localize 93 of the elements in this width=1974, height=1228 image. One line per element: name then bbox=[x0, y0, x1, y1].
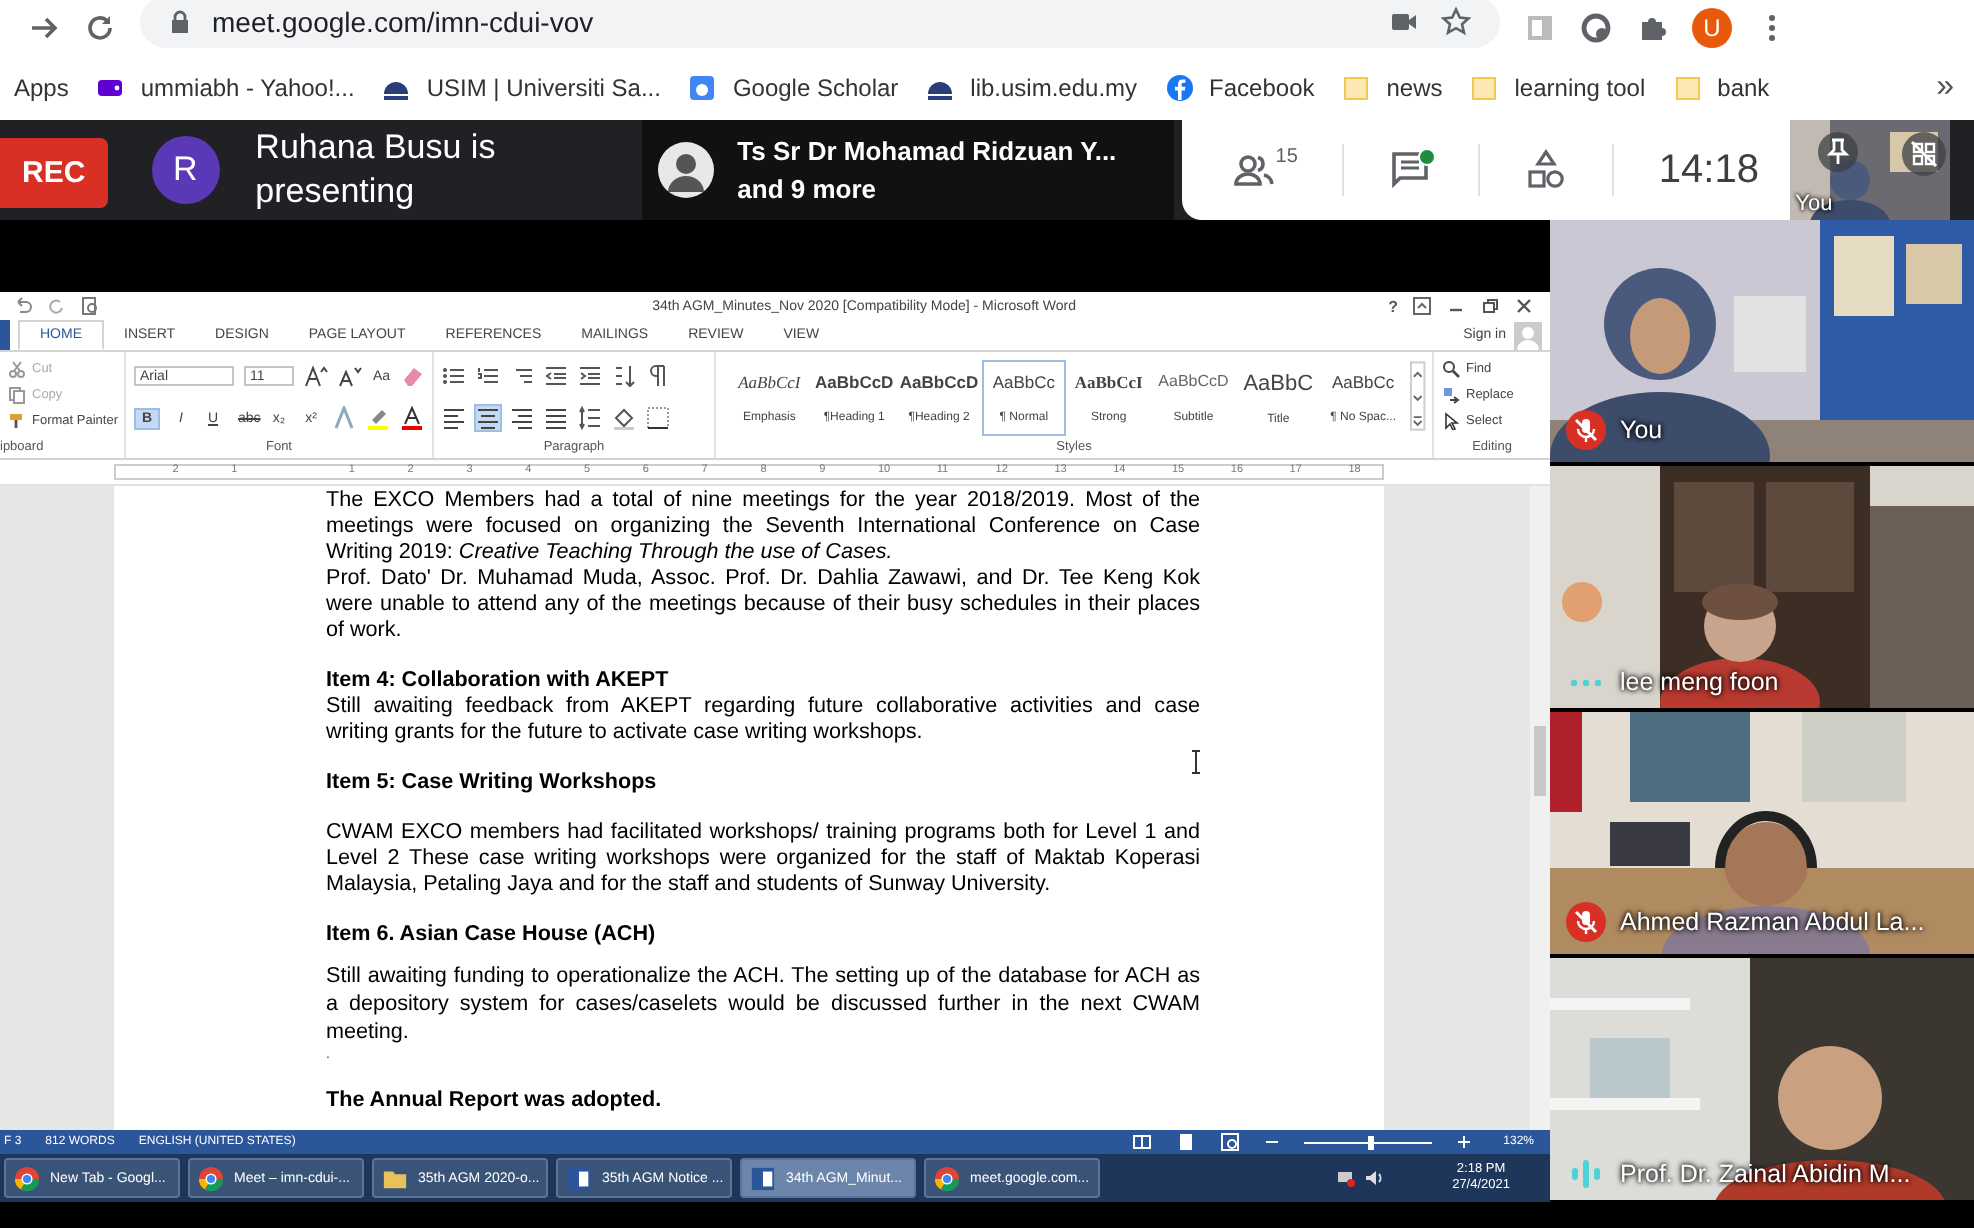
help-button[interactable]: ? bbox=[1388, 297, 1398, 315]
more-bookmarks[interactable]: » bbox=[1936, 70, 1954, 106]
zoom-in-icon[interactable] bbox=[1455, 1134, 1472, 1150]
forward-icon[interactable] bbox=[28, 12, 60, 44]
web-layout-icon[interactable] bbox=[1219, 1132, 1240, 1152]
align-icon[interactable] bbox=[510, 406, 534, 430]
yahoo-icon bbox=[96, 74, 125, 102]
borders-icon[interactable] bbox=[646, 406, 670, 430]
profile-avatar[interactable]: U bbox=[1692, 8, 1732, 48]
cursor-icon bbox=[1442, 412, 1460, 430]
heading: Item 6. Asian Case House (ACH) bbox=[326, 922, 658, 948]
numbering-icon[interactable] bbox=[476, 364, 500, 388]
pinned-panel[interactable]: Ts Sr Dr Mohamad Ridzuan Y... and 9 more bbox=[641, 120, 1174, 220]
print-layout-icon[interactable] bbox=[1175, 1132, 1196, 1152]
sort-icon[interactable] bbox=[612, 364, 636, 388]
chat-icon bbox=[1388, 148, 1433, 192]
browser-icon bbox=[14, 1165, 40, 1191]
lock-icon bbox=[168, 10, 192, 34]
browser-icon bbox=[934, 1165, 960, 1191]
heading: Item 5: Case Writing Workshops bbox=[326, 770, 659, 796]
heading: Item 4: Collaboration with AKEPT bbox=[326, 668, 671, 694]
speaker-icon[interactable] bbox=[1364, 1168, 1385, 1188]
decrease-indent-icon[interactable] bbox=[544, 364, 568, 388]
bookmark[interactable]: bank bbox=[1673, 74, 1770, 102]
copy-icon bbox=[8, 386, 26, 404]
shading-icon[interactable] bbox=[612, 406, 636, 430]
participant-count-text: and 9 more bbox=[737, 172, 879, 208]
bookmark[interactable]: USIM | Universiti Sa... bbox=[382, 74, 661, 102]
increase-indent-icon[interactable] bbox=[578, 364, 602, 388]
undo-icon[interactable] bbox=[12, 296, 32, 316]
multilevel-list-icon[interactable] bbox=[510, 364, 534, 388]
reload-icon[interactable] bbox=[84, 12, 116, 44]
presenter-text: Ruhana Busu is presenting bbox=[255, 126, 498, 214]
avatar-icon bbox=[657, 142, 714, 198]
bullets-icon[interactable] bbox=[442, 364, 466, 388]
highlighter-icon[interactable] bbox=[366, 406, 390, 430]
zoom-thumb[interactable] bbox=[1367, 1135, 1374, 1149]
paragraph: CWAM EXCO members had facilitated workshops/ training programs both for Level 1 and Level 2 These case writing workshops were organized for the staff of Maktab Koperasi Malaysia, Petaling Jaya and for the staff and students of Sunway University. bbox=[326, 820, 1200, 898]
line-spacing-icon[interactable] bbox=[578, 406, 602, 430]
print-preview-icon[interactable] bbox=[80, 296, 100, 316]
align-icon[interactable] bbox=[476, 406, 500, 430]
align-icon[interactable] bbox=[544, 406, 568, 430]
document-icon bbox=[566, 1165, 592, 1191]
align-icon[interactable] bbox=[442, 406, 466, 430]
document-icon bbox=[750, 1165, 776, 1191]
scholar-icon bbox=[688, 74, 717, 102]
people-button[interactable]: 15 bbox=[1231, 148, 1298, 192]
paragraph-mark-icon[interactable] bbox=[646, 364, 670, 388]
bookmark[interactable]: lib.usim.edu.my bbox=[926, 74, 1138, 102]
font-color-icon[interactable] bbox=[400, 406, 424, 430]
paragraph: Prof. Dato' Dr. Muhamad Muda, Assoc. Prof. Dr. Dahlia Zawawi, and Dr. Tee Keng Kok were unable to attend any of the meetings because of their busy schedules in their places of work. bbox=[326, 566, 1200, 644]
shrink-font-icon[interactable] bbox=[338, 364, 363, 388]
shapes-icon[interactable] bbox=[1523, 148, 1568, 192]
search-icon bbox=[1442, 360, 1460, 378]
folder-icon bbox=[1342, 74, 1371, 102]
puzzle-icon[interactable] bbox=[1636, 12, 1668, 44]
read-mode-icon[interactable] bbox=[1131, 1132, 1152, 1152]
meeting-time: 14:18 bbox=[1658, 147, 1759, 193]
ribbon-options-icon[interactable] bbox=[1412, 296, 1432, 316]
gallery-scroll-icon[interactable] bbox=[1410, 360, 1426, 432]
restore-icon[interactable] bbox=[1480, 296, 1500, 316]
bookmark[interactable]: learning tool bbox=[1470, 74, 1646, 102]
replace-icon bbox=[1442, 386, 1460, 404]
url-text: meet.google.com/imn-cdui-vov bbox=[212, 6, 594, 38]
chat-button[interactable] bbox=[1388, 148, 1433, 192]
scrollbar[interactable] bbox=[1530, 486, 1550, 1130]
paragraph: Still awaiting feedback from AKEPT regarding future collaborative activities and case writing grants for the future to activate case writing workshops. bbox=[326, 694, 1200, 746]
bookmark[interactable]: news bbox=[1342, 74, 1443, 102]
browser-icon bbox=[198, 1165, 224, 1191]
network-icon[interactable] bbox=[1336, 1168, 1357, 1188]
facebook-icon bbox=[1165, 74, 1194, 102]
participant-name: Ahmed Razman Abdul La... bbox=[1620, 908, 1925, 936]
close-icon[interactable] bbox=[1514, 296, 1534, 316]
presenter-avatar: R bbox=[151, 136, 220, 204]
bookmark[interactable]: ummiabh - Yahoo!... bbox=[96, 74, 355, 102]
scissors-icon bbox=[8, 360, 26, 378]
heading: The Annual Report was adopted. bbox=[326, 1088, 664, 1114]
address-bar[interactable]: meet.google.com/imn-cdui-vov bbox=[140, 0, 1500, 48]
text-cursor-icon bbox=[1190, 750, 1202, 774]
extension-icon[interactable] bbox=[1580, 12, 1612, 44]
bookmark[interactable]: Google Scholar bbox=[688, 74, 899, 102]
star-icon[interactable] bbox=[1440, 6, 1472, 38]
participant-name: Ts Sr Dr Mohamad Ridzuan Y... bbox=[737, 134, 1117, 170]
brush-icon bbox=[8, 412, 26, 430]
folder-icon bbox=[1470, 74, 1499, 102]
recording-badge: REC bbox=[0, 137, 108, 207]
bookmark[interactable]: Apps bbox=[14, 74, 69, 102]
paragraph: Still awaiting funding to operationalize the ACH. The setting up of the database for ACH as a depository system for cases/caselets would be discussed further in the next CWAM meeting. bbox=[326, 962, 1200, 1046]
bookmark[interactable]: Facebook bbox=[1165, 74, 1315, 102]
paragraph: The EXCO Members had a total of nine meetings for the year 2018/2019. Most of the meetings were focused on organizing the Seventh International Conference on Case Writing 2019: Creative Teaching Through the use of Cases. bbox=[326, 488, 1200, 566]
folder-icon bbox=[1673, 74, 1702, 102]
participant-name: You bbox=[1620, 416, 1663, 444]
grow-font-icon[interactable] bbox=[304, 364, 329, 388]
